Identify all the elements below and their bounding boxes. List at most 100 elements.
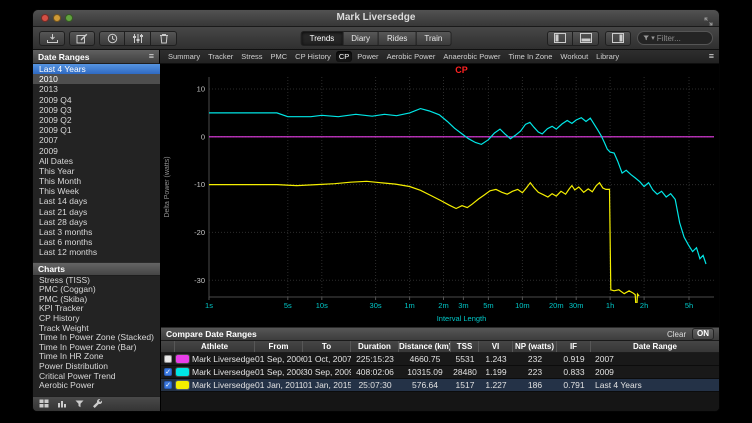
compare-title: Compare Date Ranges bbox=[166, 329, 257, 339]
content-area: Last 4 Years201020132009 Q42009 Q32009 Q… bbox=[33, 64, 719, 411]
chart-tabs-menu-icon[interactable]: ≡ bbox=[709, 52, 714, 61]
cell-tss: 1517 bbox=[451, 380, 479, 390]
window-controls bbox=[41, 14, 73, 22]
row-checkbox[interactable]: ✓ bbox=[164, 381, 172, 389]
column-header[interactable]: VI bbox=[479, 341, 513, 352]
compare-on-toggle[interactable]: ON bbox=[692, 328, 714, 340]
column-header[interactable]: Duration bbox=[351, 341, 399, 352]
chart-library-item[interactable]: KPI Tracker bbox=[33, 304, 160, 314]
svg-text:1h: 1h bbox=[606, 301, 614, 310]
date-range-item[interactable]: Last 4 Years bbox=[33, 64, 160, 74]
date-range-item[interactable]: 2013 bbox=[33, 84, 160, 94]
cp-chart-area[interactable]: 1s5s10s30s1m2m3m5m10m20m30m1h2h5h100-10-… bbox=[161, 64, 719, 327]
tab-summary[interactable]: Summary bbox=[165, 51, 203, 62]
filter-input[interactable] bbox=[657, 34, 707, 43]
date-range-item[interactable]: 2007 bbox=[33, 135, 160, 145]
date-range-item[interactable]: Last 28 days bbox=[33, 217, 160, 227]
date-range-item[interactable]: This Week bbox=[33, 186, 160, 196]
column-header[interactable]: Date Range bbox=[591, 341, 719, 352]
minimize-button[interactable] bbox=[53, 14, 61, 22]
tab-tracker[interactable]: Tracker bbox=[205, 51, 236, 62]
title-bar[interactable]: Mark Liversedge bbox=[33, 10, 719, 27]
panel-right-icon bbox=[612, 33, 624, 43]
compare-row[interactable]: ✓Mark Liversedge01 Jan, 201101 Jan, 2015… bbox=[161, 379, 719, 392]
tab-aerobic-power[interactable]: Aerobic Power bbox=[384, 51, 439, 62]
column-header[interactable]: To bbox=[303, 341, 351, 352]
chart-library-item[interactable]: Stress (TISS) bbox=[33, 276, 160, 286]
date-range-item[interactable]: 2009 Q1 bbox=[33, 125, 160, 135]
filter-search-field[interactable]: ▾ bbox=[637, 31, 713, 45]
date-range-item[interactable]: Last 6 months bbox=[33, 237, 160, 247]
date-ranges-header: Date Ranges ≡ bbox=[33, 50, 160, 64]
svg-text:1s: 1s bbox=[205, 301, 213, 310]
cell-if: 0.919 bbox=[557, 354, 591, 364]
row-checkbox[interactable]: ✓ bbox=[164, 368, 172, 376]
date-range-item[interactable]: 2009 Q4 bbox=[33, 95, 160, 105]
cell-range: Last 4 Years bbox=[591, 380, 719, 390]
chart-library-item[interactable]: CP History bbox=[33, 314, 160, 324]
chart-library-item[interactable]: Critical Power Trend bbox=[33, 372, 160, 382]
cell-range: 2007 bbox=[591, 354, 719, 364]
cp-chart[interactable]: 1s5s10s30s1m2m3m5m10m20m30m1h2h5h100-10-… bbox=[161, 64, 719, 327]
row-checkbox[interactable] bbox=[164, 355, 172, 363]
tab-anaerobic-power[interactable]: Anaerobic Power bbox=[440, 51, 503, 62]
date-range-item[interactable]: Last 14 days bbox=[33, 196, 160, 206]
date-range-item[interactable]: 2010 bbox=[33, 74, 160, 84]
lowbar-toggle-button[interactable] bbox=[573, 31, 599, 46]
column-header[interactable]: Distance (km) bbox=[399, 341, 451, 352]
sidebar-toggle-button[interactable] bbox=[547, 31, 573, 46]
date-range-item[interactable]: Last 12 months bbox=[33, 247, 160, 257]
wrench-icon[interactable] bbox=[92, 395, 102, 411]
chart-library-item[interactable]: Power Distribution bbox=[33, 362, 160, 372]
chart-library-item[interactable]: PMC (Skiba) bbox=[33, 295, 160, 305]
view-tab-train[interactable]: Train bbox=[416, 31, 451, 46]
tab-workout[interactable]: Workout bbox=[557, 51, 591, 62]
date-range-item[interactable]: 2009 Q3 bbox=[33, 105, 160, 115]
column-header[interactable]: Athlete bbox=[175, 341, 255, 352]
column-header[interactable]: IF bbox=[557, 341, 591, 352]
funnel-icon[interactable] bbox=[75, 395, 84, 411]
close-button[interactable] bbox=[41, 14, 49, 22]
delete-button[interactable] bbox=[151, 31, 177, 46]
bar-chart-icon[interactable] bbox=[57, 395, 67, 411]
chart-library-item[interactable]: Time In Power Zone (Bar) bbox=[33, 343, 160, 353]
tab-time-in-zone[interactable]: Time In Zone bbox=[505, 51, 555, 62]
date-range-item[interactable]: Last 3 months bbox=[33, 227, 160, 237]
tab-power[interactable]: Power bbox=[354, 51, 381, 62]
tab-pmc[interactable]: PMC bbox=[268, 51, 291, 62]
date-ranges-menu-icon[interactable]: ≡ bbox=[149, 52, 154, 61]
chart-library-item[interactable]: Track Weight bbox=[33, 324, 160, 334]
tab-library[interactable]: Library bbox=[593, 51, 622, 62]
view-tab-rides[interactable]: Rides bbox=[379, 31, 416, 46]
options-button[interactable] bbox=[125, 31, 151, 46]
compare-row[interactable]: ✓Mark Liversedge01 Sep, 200830 Sep, 2009… bbox=[161, 366, 719, 379]
clear-button[interactable]: Clear bbox=[667, 330, 687, 339]
column-header[interactable]: NP (watts) bbox=[513, 341, 557, 352]
view-tab-trends[interactable]: Trends bbox=[301, 31, 344, 46]
date-range-item[interactable]: Last 21 days bbox=[33, 207, 160, 217]
date-range-item[interactable]: This Month bbox=[33, 176, 160, 186]
tab-stress[interactable]: Stress bbox=[238, 51, 265, 62]
import-button[interactable] bbox=[39, 31, 65, 46]
column-header[interactable]: From bbox=[255, 341, 303, 352]
compose-button[interactable] bbox=[69, 31, 95, 46]
date-range-item[interactable]: All Dates bbox=[33, 156, 160, 166]
column-header[interactable]: TSS bbox=[451, 341, 479, 352]
grid-icon[interactable] bbox=[39, 395, 49, 411]
chart-library-item[interactable]: Aerobic Power bbox=[33, 381, 160, 391]
styles-button[interactable] bbox=[605, 31, 631, 46]
zoom-button[interactable] bbox=[65, 14, 73, 22]
tab-cp-history[interactable]: CP History bbox=[292, 51, 334, 62]
chart-library-item[interactable]: Time In Power Zone (Stacked) bbox=[33, 333, 160, 343]
chart-library-item[interactable]: PMC (Coggan) bbox=[33, 285, 160, 295]
charts-title: Charts bbox=[38, 264, 65, 274]
date-range-item[interactable]: 2009 Q2 bbox=[33, 115, 160, 125]
tab-cp[interactable]: CP bbox=[336, 51, 352, 62]
date-range-item[interactable]: 2009 bbox=[33, 146, 160, 156]
cell-if: 0.833 bbox=[557, 367, 591, 377]
compare-row[interactable]: Mark Liversedge01 Sep, 200601 Oct, 20072… bbox=[161, 353, 719, 366]
chart-library-item[interactable]: Time In HR Zone bbox=[33, 352, 160, 362]
view-tab-diary[interactable]: Diary bbox=[343, 31, 379, 46]
interval-button[interactable] bbox=[99, 31, 125, 46]
date-range-item[interactable]: This Year bbox=[33, 166, 160, 176]
